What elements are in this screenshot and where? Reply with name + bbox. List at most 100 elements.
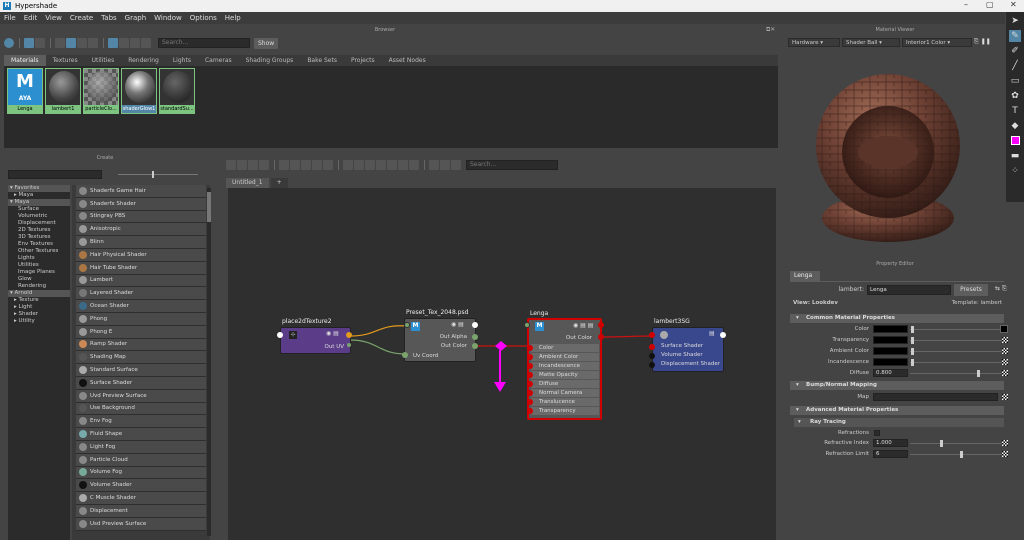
bump-map-button[interactable]: [1002, 394, 1008, 400]
maximize-button[interactable]: ▢: [986, 0, 994, 9]
lenga-input-attr[interactable]: Ambient Color: [527, 353, 599, 361]
menu-window[interactable]: Window: [154, 14, 182, 22]
shader-list-item[interactable]: Fluid Shape: [76, 428, 206, 441]
environment-dropdown[interactable]: Interior1 Color ▾: [902, 37, 972, 47]
tab-rendering[interactable]: Rendering: [121, 55, 166, 66]
pencil-icon[interactable]: ✎: [1009, 30, 1021, 42]
tab-bake-sets[interactable]: Bake Sets: [300, 55, 344, 66]
node-lenga[interactable]: M ◉ ▤ ▤ Out Color Color Ambient Color Inca…: [527, 318, 602, 420]
presets-button[interactable]: Presets: [954, 284, 988, 296]
custom-mode-icon[interactable]: [376, 160, 386, 170]
port-input-dot[interactable]: [527, 345, 533, 351]
bookmark-icon[interactable]: [451, 160, 461, 170]
shader-list-item[interactable]: Blinn: [76, 236, 206, 249]
section-common-material[interactable]: ▾ Common Material Properties: [790, 314, 1004, 323]
node-header-icons[interactable]: ◉ ▤: [451, 321, 464, 328]
swatch-toggle-icon[interactable]: [398, 160, 408, 170]
refresh-icon[interactable]: [130, 38, 140, 48]
refraction-limit-field[interactable]: 6: [873, 450, 908, 458]
tree-item[interactable]: ▸ Utility: [8, 318, 70, 325]
slider-handle[interactable]: [911, 359, 914, 366]
shader-list-item[interactable]: Volume Fog: [76, 466, 206, 480]
section-ray-tracing[interactable]: ▾ Ray Tracing: [794, 418, 1004, 427]
lenga-input-attr[interactable]: Transparency: [527, 407, 599, 415]
node-place2dtexture[interactable]: ⊹ ◉ ▤ Out UV: [280, 327, 351, 354]
tree-item[interactable]: ▸ Texture: [8, 297, 70, 304]
slider-handle[interactable]: [152, 171, 154, 178]
lenga-input-attr[interactable]: Diffuse: [527, 380, 599, 388]
port-out-alpha[interactable]: [472, 334, 478, 340]
tab-asset-nodes[interactable]: Asset Nodes: [382, 55, 433, 66]
port-input-dot[interactable]: [527, 363, 533, 369]
tree-item[interactable]: Image Planes: [8, 269, 70, 276]
tree-item[interactable]: 2D Textures: [8, 227, 70, 234]
shader-list-item[interactable]: Stingray PBS: [76, 210, 206, 224]
port-lenga-out-color[interactable]: [598, 334, 604, 340]
port-lenga-output[interactable]: [598, 322, 604, 328]
viewer-extra-icons[interactable]: ⎘ ❚❚: [974, 38, 991, 46]
node-header-icons[interactable]: ◉ ▤: [326, 330, 339, 337]
port-out-uv[interactable]: [346, 332, 352, 338]
material-swatch-standardsurface[interactable]: standardSu...: [159, 68, 195, 114]
shader-list-item[interactable]: Displacement: [76, 504, 206, 518]
port-sg-input[interactable]: [649, 332, 655, 338]
port-surface-shader[interactable]: [649, 344, 655, 350]
ambient-swatch[interactable]: [873, 347, 908, 355]
property-editor-icons[interactable]: ⇆ ⎘: [995, 285, 1007, 293]
lenga-input-attr[interactable]: Normal Camera: [527, 389, 599, 397]
slider-handle[interactable]: [911, 326, 914, 333]
shader-list-item[interactable]: Phong E: [76, 325, 206, 339]
close-button[interactable]: ✕: [1010, 0, 1017, 9]
stamp-icon[interactable]: ✿: [1009, 90, 1021, 102]
connection-handle[interactable]: [495, 341, 507, 351]
tree-item[interactable]: ▸ Maya: [8, 192, 70, 199]
filter-icon[interactable]: [108, 38, 118, 48]
lenga-input-attr[interactable]: Matte Opacity: [527, 371, 599, 379]
menu-options[interactable]: Options: [190, 14, 217, 22]
tree-item[interactable]: Rendering: [8, 283, 70, 290]
shader-list-item[interactable]: Shaderfx Shader: [76, 197, 206, 211]
tree-item[interactable]: 3D Textures: [8, 234, 70, 241]
port-input-dot[interactable]: [527, 381, 533, 387]
tree-item[interactable]: Env Textures: [8, 241, 70, 248]
shader-list-item[interactable]: Env Fog: [76, 415, 206, 429]
tab-lenga[interactable]: Lenga: [790, 271, 820, 281]
incandescence-slider[interactable]: [910, 362, 1002, 363]
transparency-slider[interactable]: [910, 340, 1002, 341]
tree-item[interactable]: Displacement: [8, 220, 70, 227]
tree-item[interactable]: Other Textures: [8, 248, 70, 255]
output-connections-icon[interactable]: [248, 160, 258, 170]
shader-list-item[interactable]: Hair Tube Shader: [76, 261, 206, 275]
rectangle-icon[interactable]: ▭: [1009, 75, 1021, 87]
tree-item[interactable]: Lights: [8, 255, 70, 262]
slider-handle[interactable]: [940, 440, 943, 447]
shader-list-item[interactable]: Use Background: [76, 402, 206, 416]
ambient-slider[interactable]: [910, 351, 1002, 352]
clear-graph-icon[interactable]: [259, 160, 269, 170]
tab-untitled-1[interactable]: Untitled_1: [226, 178, 269, 188]
shader-list-item[interactable]: Ramp Shader: [76, 338, 206, 352]
layout-icon[interactable]: [301, 160, 311, 170]
node-name-field[interactable]: Lenga: [867, 285, 951, 295]
tree-category[interactable]: ▾ Favorites: [8, 185, 70, 192]
section-advanced-material[interactable]: ▾ Advanced Material Properties: [790, 406, 1004, 415]
shader-list-item[interactable]: Surface Shader: [76, 376, 206, 390]
tree-item[interactable]: Utilities: [8, 262, 70, 269]
simple-mode-icon[interactable]: [343, 160, 353, 170]
expand-icon[interactable]: [323, 160, 333, 170]
port-input-dot[interactable]: [527, 399, 533, 405]
shader-list-item[interactable]: Shaderfx Game Hair: [76, 185, 206, 198]
refractive-index-slider[interactable]: [910, 443, 1002, 444]
menu-help[interactable]: Help: [225, 14, 241, 22]
material-swatch-shaderglow1[interactable]: shaderGlow1: [121, 68, 157, 114]
stroke-width-icon[interactable]: ▬: [1009, 150, 1021, 162]
show-button[interactable]: Show: [254, 37, 279, 49]
node-file[interactable]: M ◉ ▤ Out Alpha Out Color Uv Coord: [404, 318, 476, 362]
tab-utilities[interactable]: Utilities: [85, 55, 122, 66]
snap-icon[interactable]: [440, 160, 450, 170]
graph-materials-icon[interactable]: [4, 38, 14, 48]
hierarchy-graph-icon[interactable]: [312, 160, 322, 170]
shader-list-item[interactable]: Layered Shader: [76, 287, 206, 301]
shader-list-item[interactable]: Light Fog: [76, 440, 206, 454]
refraction-limit-slider[interactable]: [910, 454, 1002, 455]
